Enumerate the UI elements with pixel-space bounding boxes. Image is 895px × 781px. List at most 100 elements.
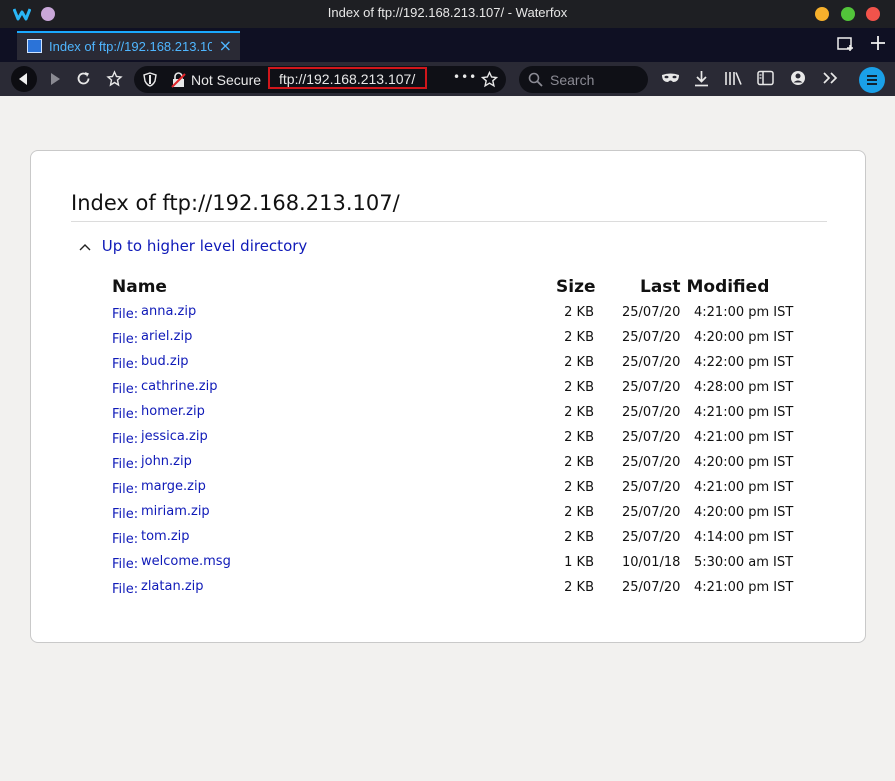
not-secure-label: Not Secure bbox=[191, 72, 262, 88]
file-date: 25/07/20 bbox=[622, 455, 681, 470]
file-link[interactable]: tom.zip bbox=[141, 529, 190, 544]
file-link[interactable]: jessica.zip bbox=[141, 429, 208, 444]
file-link[interactable]: marge.zip bbox=[141, 479, 206, 494]
new-tab-icon[interactable] bbox=[870, 35, 886, 51]
sidebar-toggle-icon[interactable] bbox=[757, 70, 774, 86]
back-button[interactable] bbox=[11, 66, 37, 92]
file-time: 4:21:00 pm IST bbox=[694, 480, 794, 495]
downloads-icon[interactable] bbox=[694, 70, 709, 87]
back-arrow-icon bbox=[19, 73, 27, 85]
file-size: 2 KB bbox=[564, 355, 594, 370]
table-row: File: ariel.zip 2 KB 25/07/20 4:20:00 pm IST bbox=[31, 328, 867, 353]
file-link[interactable]: john.zip bbox=[141, 454, 192, 469]
file-size: 2 KB bbox=[564, 505, 594, 520]
tab-ftp-index[interactable]: Index of ftp://192.168.213.107/ × bbox=[17, 31, 240, 60]
file-date: 25/07/20 bbox=[622, 430, 681, 445]
search-icon bbox=[528, 72, 543, 87]
file-time: 4:21:00 pm IST bbox=[694, 405, 794, 420]
file-link[interactable]: anna.zip bbox=[141, 304, 196, 319]
file-link[interactable]: bud.zip bbox=[141, 354, 189, 369]
file-link[interactable]: cathrine.zip bbox=[141, 379, 217, 394]
up-directory-label[interactable]: Up to higher level directory bbox=[102, 237, 308, 255]
directory-listing-card: Index of ftp://192.168.213.107/ Up to hi… bbox=[30, 150, 866, 643]
home-bookmark-icon[interactable] bbox=[106, 70, 123, 87]
ftp-favicon-icon bbox=[27, 39, 42, 53]
column-header-last-modified: Last Modified bbox=[640, 277, 770, 297]
file-size: 2 KB bbox=[564, 380, 594, 395]
page-actions-more-icon[interactable]: ••• bbox=[453, 70, 477, 84]
library-icon[interactable] bbox=[724, 70, 743, 86]
file-link[interactable]: zlatan.zip bbox=[141, 579, 204, 594]
search-bar[interactable]: Search bbox=[519, 66, 648, 93]
file-size: 2 KB bbox=[564, 455, 594, 470]
file-link[interactable]: homer.zip bbox=[141, 404, 205, 419]
url-highlight-box[interactable]: ftp://192.168.213.107/ bbox=[268, 67, 427, 89]
bookmark-star-icon[interactable] bbox=[481, 71, 498, 88]
tracking-protection-shield-icon[interactable] bbox=[143, 72, 157, 87]
file-type-label: File: bbox=[112, 507, 139, 522]
table-row: File: miriam.zip 2 KB 25/07/20 4:20:00 pm IS… bbox=[31, 503, 867, 528]
file-time: 4:22:00 pm IST bbox=[694, 355, 794, 370]
file-time: 4:21:00 pm IST bbox=[694, 580, 794, 595]
file-date: 10/01/18 bbox=[622, 555, 681, 570]
file-time: 4:20:00 pm IST bbox=[694, 505, 794, 520]
up-directory-link[interactable]: Up to higher level directory bbox=[79, 237, 307, 255]
file-date: 25/07/20 bbox=[622, 530, 681, 545]
file-size: 2 KB bbox=[564, 405, 594, 420]
file-size: 2 KB bbox=[564, 430, 594, 445]
file-size: 2 KB bbox=[564, 305, 594, 320]
table-row: File: jessica.zip 2 KB 25/07/20 4:21:00 pm I… bbox=[31, 428, 867, 453]
table-row: File: cathrine.zip 2 KB 25/07/20 4:28:00 pm … bbox=[31, 378, 867, 403]
file-type-label: File: bbox=[112, 357, 139, 372]
file-size: 2 KB bbox=[564, 480, 594, 495]
url-bar[interactable]: Not Secure ftp://192.168.213.107/ ••• bbox=[134, 66, 506, 93]
minimize-button[interactable] bbox=[815, 7, 829, 21]
file-date: 25/07/20 bbox=[622, 580, 681, 595]
close-tab-icon[interactable]: × bbox=[219, 36, 232, 55]
file-link[interactable]: welcome.msg bbox=[141, 554, 231, 569]
table-row: File: tom.zip 2 KB 25/07/20 4:14:00 pm IST bbox=[31, 528, 867, 553]
page-content: Index of ftp://192.168.213.107/ Up to hi… bbox=[0, 96, 895, 781]
search-input[interactable]: Search bbox=[550, 72, 594, 88]
file-date: 25/07/20 bbox=[622, 330, 681, 345]
insecure-lock-icon[interactable] bbox=[171, 72, 186, 88]
maximize-button[interactable] bbox=[841, 7, 855, 21]
file-link[interactable]: miriam.zip bbox=[141, 504, 210, 519]
file-date: 25/07/20 bbox=[622, 355, 681, 370]
hamburger-menu-icon bbox=[867, 75, 877, 85]
table-row: File: zlatan.zip 2 KB 25/07/20 4:21:00 pm IS… bbox=[31, 578, 867, 603]
file-type-label: File: bbox=[112, 332, 139, 347]
file-type-label: File: bbox=[112, 457, 139, 472]
file-type-label: File: bbox=[112, 582, 139, 597]
app-menu-button[interactable] bbox=[859, 67, 885, 93]
close-window-button[interactable] bbox=[866, 7, 880, 21]
file-size: 2 KB bbox=[564, 580, 594, 595]
file-type-label: File: bbox=[112, 407, 139, 422]
file-time: 4:14:00 pm IST bbox=[694, 530, 794, 545]
table-row: File: anna.zip 2 KB 25/07/20 4:21:00 pm IST bbox=[31, 303, 867, 328]
file-time: 4:20:00 pm IST bbox=[694, 330, 794, 345]
file-time: 5:30:00 am IST bbox=[694, 555, 794, 570]
file-time: 4:21:00 pm IST bbox=[694, 430, 794, 445]
reload-icon[interactable] bbox=[75, 70, 92, 87]
file-size: 2 KB bbox=[564, 530, 594, 545]
file-date: 25/07/20 bbox=[622, 405, 681, 420]
tab-title: Index of ftp://192.168.213.107/ bbox=[49, 39, 212, 54]
account-icon[interactable] bbox=[790, 70, 806, 86]
window-title: Index of ftp://192.168.213.107/ - Waterf… bbox=[327, 5, 568, 20]
private-mask-icon[interactable] bbox=[661, 72, 680, 84]
file-link[interactable]: ariel.zip bbox=[141, 329, 192, 344]
file-date: 25/07/20 bbox=[622, 480, 681, 495]
window-titlebar: Index of ftp://192.168.213.107/ - Waterf… bbox=[0, 0, 895, 28]
new-container-tab-icon[interactable] bbox=[837, 36, 855, 52]
navigation-toolbar: Not Secure ftp://192.168.213.107/ ••• Se… bbox=[0, 62, 895, 96]
page-title: Index of ftp://192.168.213.107/ bbox=[71, 191, 827, 222]
table-row: File: john.zip 2 KB 25/07/20 4:20:00 pm IST bbox=[31, 453, 867, 478]
file-time: 4:21:00 pm IST bbox=[694, 305, 794, 320]
file-time: 4:20:00 pm IST bbox=[694, 455, 794, 470]
url-text[interactable]: ftp://192.168.213.107/ bbox=[279, 71, 415, 87]
file-type-label: File: bbox=[112, 482, 139, 497]
column-header-name: Name bbox=[112, 277, 167, 297]
forward-button[interactable] bbox=[48, 71, 62, 87]
overflow-chevrons-icon[interactable] bbox=[822, 71, 838, 85]
